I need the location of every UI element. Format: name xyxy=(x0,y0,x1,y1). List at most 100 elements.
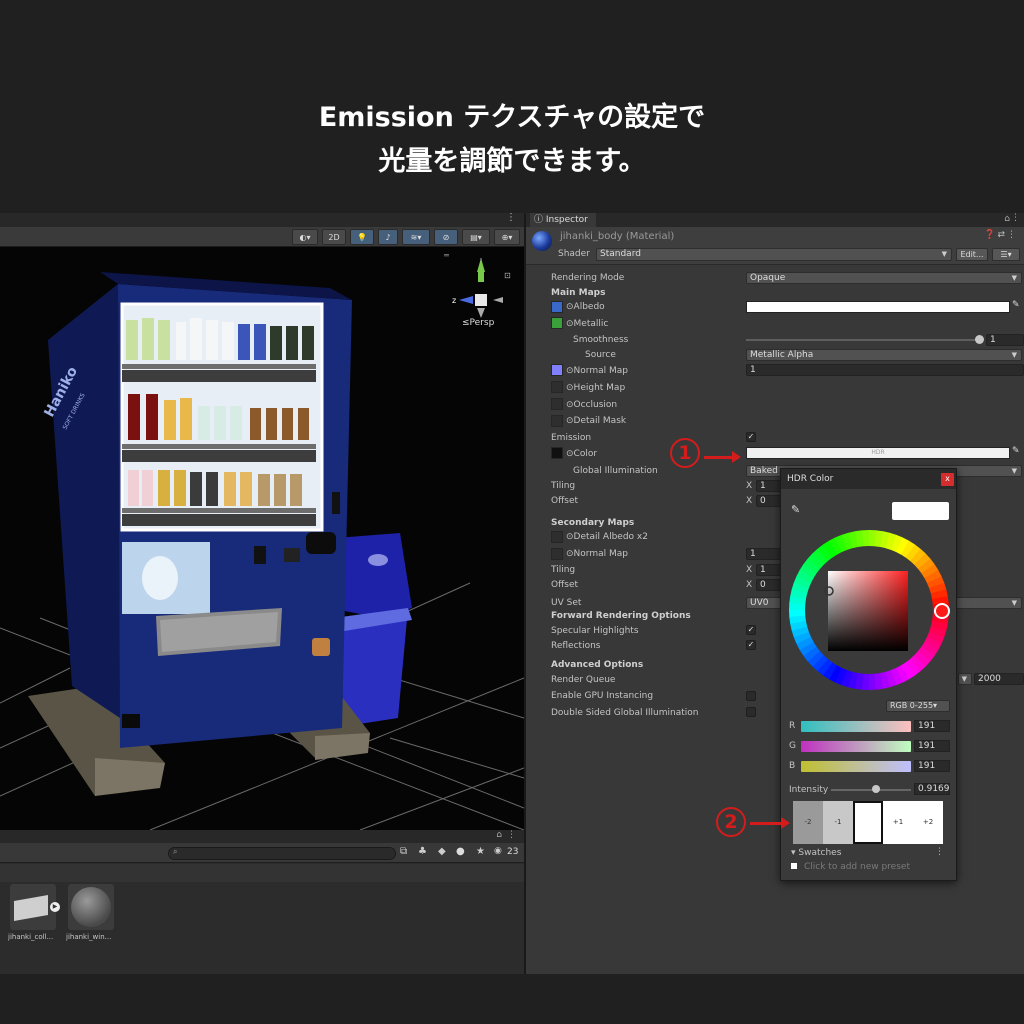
channel-r-value[interactable]: 191 xyxy=(914,720,950,732)
smoothness-label: Smoothness xyxy=(573,335,629,345)
shader-options-button[interactable]: ☰▾ xyxy=(992,248,1020,261)
2d-toggle-button[interactable]: 2D xyxy=(322,229,346,245)
forward-rendering-header: Forward Rendering Options xyxy=(551,611,691,621)
normal-map-scale[interactable]: 1 xyxy=(746,364,1024,376)
asset-item[interactable]: jihanki_win... xyxy=(66,884,118,941)
projection-label[interactable]: ≤Persp xyxy=(462,318,494,328)
gizmos-icon[interactable]: ⊕▾ xyxy=(494,229,520,245)
specular-highlights-checkbox[interactable]: ✓ xyxy=(746,625,756,635)
project-search-input[interactable]: ⌕ xyxy=(168,847,396,860)
channel-b-value[interactable]: 191 xyxy=(914,760,950,772)
eyedropper-icon[interactable]: ✎ xyxy=(1012,446,1020,456)
metallic-label: ⊙Metallic xyxy=(566,319,609,329)
hidden-objects-icon[interactable]: ⊘ xyxy=(434,229,458,245)
add-preset-hint[interactable]: Click to add new preset xyxy=(804,862,910,872)
hdr-color-picker[interactable]: HDR Color x ✎ RGB 0-255▾ R 191 G 191 B 1… xyxy=(780,468,957,881)
filter-icon[interactable]: ♣ xyxy=(418,846,427,857)
emission-label: Emission xyxy=(551,433,592,443)
preset-swatch[interactable] xyxy=(791,863,797,869)
detail-albedo-texture-slot[interactable] xyxy=(551,531,563,543)
rendering-mode-dropdown[interactable]: Opaque ▼ xyxy=(746,272,1022,284)
orientation-gizmo[interactable]: z xyxy=(452,258,503,318)
exposure-minus-2-button[interactable]: -2 xyxy=(793,801,823,844)
search-by-type-icon[interactable]: ⧉ xyxy=(400,846,407,857)
gizmo-lock-icon[interactable]: ⊡ xyxy=(504,271,511,280)
normal-map-texture-slot[interactable] xyxy=(551,364,563,376)
scene-canvas[interactable]: Haniko SOFT DRINKS z ⊡ ═ xyxy=(0,248,524,830)
source-dropdown[interactable]: Metallic Alpha ▼ xyxy=(746,349,1022,361)
channel-b-slider[interactable] xyxy=(801,761,911,772)
emission-texture-slot[interactable] xyxy=(551,447,563,459)
gizmo-z-label: z xyxy=(452,296,456,305)
channel-g-label: G xyxy=(789,741,796,751)
exposure-plus-2-button[interactable]: +2 xyxy=(913,801,943,844)
channel-g-value[interactable]: 191 xyxy=(914,740,950,752)
audio-toggle-icon[interactable]: ♪ xyxy=(378,229,398,245)
offset-label: Offset xyxy=(551,496,579,506)
emission-color-label-text: Color xyxy=(573,449,598,459)
scene-camera-icon[interactable]: ▤▾ xyxy=(462,229,490,245)
shader-edit-button[interactable]: Edit... xyxy=(956,248,988,261)
emission-checkbox[interactable]: ✓ xyxy=(746,432,756,442)
swatches-header[interactable]: ▾ Swatches xyxy=(791,848,841,858)
channel-r-slider[interactable] xyxy=(801,721,911,732)
detail-mask-label: ⊙Detail Mask xyxy=(566,416,627,426)
reflections-checkbox[interactable]: ✓ xyxy=(746,640,756,650)
close-button[interactable]: x xyxy=(941,473,954,486)
annotation-1-arrow xyxy=(704,451,741,463)
project-lock-icon[interactable]: ⌂ xyxy=(496,830,502,840)
metallic-texture-slot[interactable] xyxy=(551,317,563,329)
project-menu-icon[interactable]: ⋮ xyxy=(507,830,516,840)
draw-mode-button[interactable]: ◐▾ xyxy=(292,229,318,245)
inspector-lock-icon[interactable]: ⌂ xyxy=(1004,214,1010,224)
exposure-minus-1-button[interactable]: -1 xyxy=(823,801,853,844)
tab-inspector[interactable]: ⓘ Inspector xyxy=(530,213,596,227)
annotation-2: 2 xyxy=(716,807,746,837)
source-label: Source xyxy=(585,350,616,360)
color-wheel[interactable] xyxy=(786,527,952,693)
info-icon[interactable]: ● xyxy=(456,846,465,857)
smoothness-slider-track[interactable] xyxy=(746,339,980,341)
eyedropper-icon[interactable]: ✎ xyxy=(791,503,800,516)
inspector-menu-icon[interactable]: ⋮ xyxy=(1011,213,1020,223)
material-header-icons[interactable]: ❓⇄⋮ xyxy=(984,230,1018,240)
swatches-menu-icon[interactable]: ⋮ xyxy=(935,847,944,857)
color-mode-value: RGB 0-255 xyxy=(890,701,934,710)
double-sided-gi-checkbox[interactable] xyxy=(746,707,756,717)
main-maps-header: Main Maps xyxy=(551,288,606,298)
secondary-normal-texture-slot[interactable] xyxy=(551,548,563,560)
scene-menu-icon[interactable]: ⋮ xyxy=(506,213,516,223)
exposure-current-button[interactable] xyxy=(853,801,883,844)
hue-handle[interactable] xyxy=(934,603,950,619)
gizmo-menu-icon[interactable]: ═ xyxy=(443,251,449,260)
hdr-picker-title: HDR Color xyxy=(781,469,956,489)
scene-view[interactable]: ⋮ ◐▾ 2D 💡 ♪ ≋▾ ⊘ ▤▾ ⊕▾ Haniko SOFT DRINK… xyxy=(0,213,524,830)
height-map-texture-slot[interactable] xyxy=(551,381,563,393)
asset-item[interactable]: ▶ jihanki_coll... xyxy=(8,884,60,941)
albedo-texture-slot[interactable] xyxy=(551,301,563,313)
intensity-value[interactable]: 0.9169 xyxy=(914,783,950,795)
favorite-star-icon[interactable]: ★ xyxy=(476,846,485,857)
smoothness-value[interactable]: 1 xyxy=(986,334,1024,346)
lighting-toggle-icon[interactable]: 💡 xyxy=(350,229,374,245)
exposure-plus-1-button[interactable]: +1 xyxy=(883,801,913,844)
emission-color-field[interactable]: HDR xyxy=(746,447,1010,459)
albedo-color-field[interactable] xyxy=(746,301,1010,313)
render-queue-value[interactable]: 2000 xyxy=(974,673,1024,685)
color-mode-dropdown[interactable]: RGB 0-255▾ xyxy=(886,700,950,712)
shader-dropdown[interactable]: Standard ▼ xyxy=(596,248,952,261)
effects-toggle-icon[interactable]: ≋▾ xyxy=(402,229,430,245)
prefab-icon: ▶ xyxy=(10,884,60,930)
label-tag-icon[interactable]: ◆ xyxy=(438,846,446,857)
normal-map-label-text: Normal Map xyxy=(573,366,628,376)
gpu-instancing-checkbox[interactable] xyxy=(746,691,756,701)
intensity-slider-thumb[interactable] xyxy=(872,785,880,793)
detail-mask-texture-slot[interactable] xyxy=(551,415,563,427)
occlusion-texture-slot[interactable] xyxy=(551,398,563,410)
intensity-slider-track[interactable] xyxy=(831,789,911,791)
channel-g-slider[interactable] xyxy=(801,741,911,752)
eyedropper-icon[interactable]: ✎ xyxy=(1012,300,1020,310)
smoothness-slider-thumb[interactable] xyxy=(975,335,984,344)
tab-inspector-label: Inspector xyxy=(545,215,588,225)
render-queue-dropdown[interactable]: ▼ xyxy=(958,673,972,685)
